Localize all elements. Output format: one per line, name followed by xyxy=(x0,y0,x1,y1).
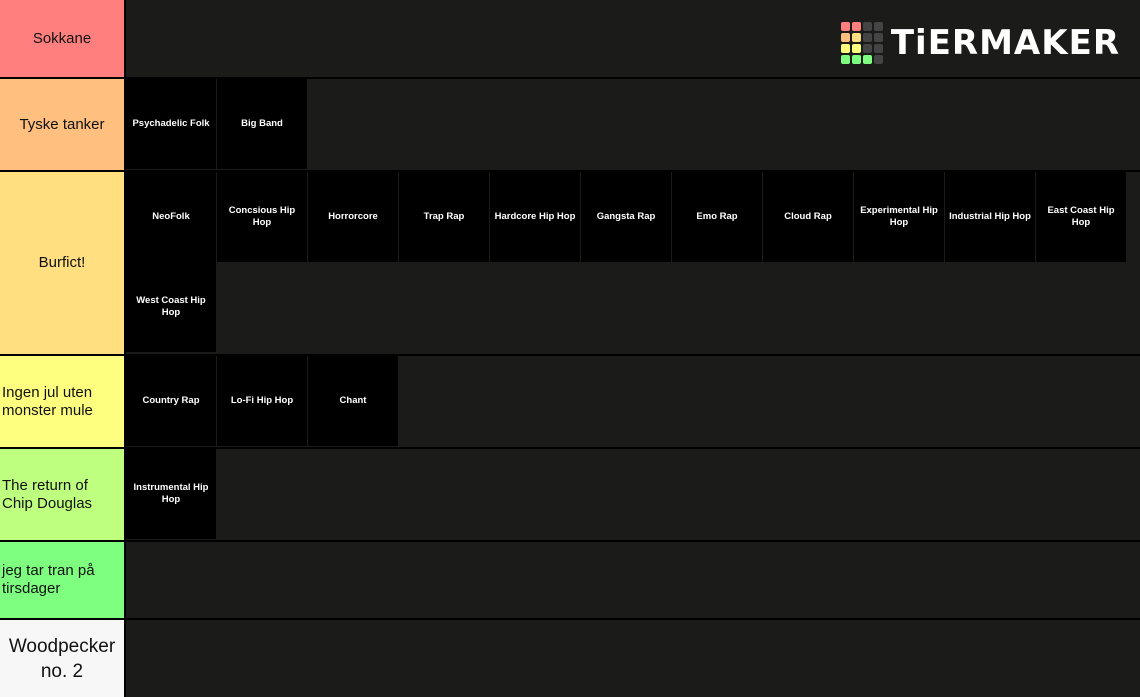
logo-square xyxy=(851,55,861,64)
logo-text: TiERMAKER xyxy=(890,23,1120,63)
tier-item[interactable]: Cloud Rap xyxy=(763,172,853,262)
tier-item[interactable]: Emo Rap xyxy=(672,172,762,262)
tier-label[interactable]: Woodpecker no. 2 xyxy=(0,620,124,697)
tier-row: Tyske tanker Psychadelic Folk Big Band xyxy=(0,79,1140,170)
tier-item[interactable]: Psychadelic Folk xyxy=(126,79,216,169)
logo-square xyxy=(851,33,861,42)
tier-item[interactable]: Experimental Hip Hop xyxy=(854,172,944,262)
tier-list: Sokkane TiERMAKER Tyske tanker Psychadel… xyxy=(0,0,1140,697)
tier-items[interactable]: Instrumental Hip Hop xyxy=(126,449,1140,540)
tier-row: Sokkane TiERMAKER xyxy=(0,0,1140,77)
tier-item[interactable]: Country Rap xyxy=(126,356,216,446)
logo-square xyxy=(873,33,883,42)
tier-item[interactable]: Industrial Hip Hop xyxy=(945,172,1035,262)
tier-items[interactable] xyxy=(126,620,1140,697)
tier-items[interactable]: Country Rap Lo-Fi Hip Hop Chant xyxy=(126,356,1140,447)
tier-item[interactable]: Big Band xyxy=(217,79,307,169)
logo-square xyxy=(851,22,861,31)
tier-row: Burfict! NeoFolk Concsious Hip Hop Horrorc… xyxy=(0,172,1140,354)
tier-row: The return of Chip Douglas Instrumental … xyxy=(0,449,1140,540)
tier-label[interactable]: The return of Chip Douglas xyxy=(0,449,124,540)
tier-item[interactable]: East Coast Hip Hop xyxy=(1036,172,1126,262)
logo-square xyxy=(840,55,850,64)
tier-row: Woodpecker no. 2 xyxy=(0,620,1140,697)
tier-item[interactable]: Concsious Hip Hop xyxy=(217,172,307,262)
tier-item[interactable]: Trap Rap xyxy=(399,172,489,262)
logo-square xyxy=(873,55,883,64)
tier-label[interactable]: Ingen jul uten monster mule xyxy=(0,356,124,447)
tier-label[interactable]: jeg tar tran på tirsdager xyxy=(0,542,124,618)
tier-item[interactable]: Horrorcore xyxy=(308,172,398,262)
logo-square xyxy=(862,22,872,31)
logo-square xyxy=(840,44,850,53)
logo-square xyxy=(862,33,872,42)
logo-square xyxy=(851,44,861,53)
tier-items[interactable]: TiERMAKER xyxy=(126,0,1140,77)
tier-row: jeg tar tran på tirsdager xyxy=(0,542,1140,618)
tier-items[interactable] xyxy=(126,542,1140,618)
tier-item[interactable]: Lo-Fi Hip Hop xyxy=(217,356,307,446)
logo-square xyxy=(840,33,850,42)
tier-item[interactable]: Chant xyxy=(308,356,398,446)
tier-item[interactable]: Instrumental Hip Hop xyxy=(126,449,216,539)
logo-square xyxy=(862,44,872,53)
logo-square xyxy=(873,22,883,31)
logo-square xyxy=(873,44,883,53)
logo-grid-icon xyxy=(840,22,883,64)
tiermaker-logo: TiERMAKER xyxy=(840,22,1120,64)
tier-item[interactable]: Gangsta Rap xyxy=(581,172,671,262)
tier-row: Ingen jul uten monster mule Country Rap L… xyxy=(0,356,1140,447)
tier-label[interactable]: Sokkane xyxy=(0,0,124,77)
tier-items[interactable]: NeoFolk Concsious Hip Hop Horrorcore Trap R… xyxy=(126,172,1140,354)
tier-item[interactable]: Hardcore Hip Hop xyxy=(490,172,580,262)
tier-label[interactable]: Burfict! xyxy=(0,172,124,354)
tier-label[interactable]: Tyske tanker xyxy=(0,79,124,170)
tier-items[interactable]: Psychadelic Folk Big Band xyxy=(126,79,1140,170)
logo-square xyxy=(840,22,850,31)
tier-item[interactable]: West Coast Hip Hop xyxy=(126,262,216,352)
tier-item[interactable]: NeoFolk xyxy=(126,172,216,262)
logo-square xyxy=(862,55,872,64)
